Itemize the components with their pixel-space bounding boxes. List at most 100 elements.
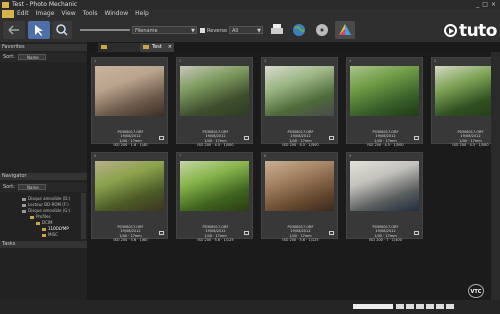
color-class-button[interactable] (335, 21, 355, 39)
favorites-title: Favorites (2, 44, 25, 50)
toolbar: Filename ▼ Reverse All ▼ tuto (0, 19, 500, 43)
upload-button[interactable] (289, 21, 309, 39)
tasks-panel-header[interactable]: Tasks (0, 241, 87, 248)
rotate-icon[interactable] (244, 231, 249, 235)
tree-item[interactable]: Disque amovible (D:) (22, 196, 70, 201)
photo-metadata: P0308017.ORF 19/08/2012 1/40 · 17mm ISO 200… (262, 225, 339, 242)
photo-iso: ISO 200 · 5.6 · 1/60 (113, 237, 148, 242)
photo-thumbnail-cell[interactable]: 1 P0308017.ORF 19/08/2012 1/40 · 17mm ISO 20… (91, 57, 168, 147)
reverse-label: Reverse (207, 28, 228, 34)
tree-item-selected[interactable]: 110OLYMP (42, 226, 69, 231)
navigator-sort-value: Name (27, 185, 39, 190)
photo-image[interactable] (180, 161, 249, 211)
status-box[interactable] (436, 304, 444, 309)
photo-metadata: P0308017.ORF 19/08/2012 1/40 · 17mm ISO 200… (92, 225, 169, 242)
photo-thumbnail-cell[interactable]: 9 P0308017.ORF 19/08/2012 1/40 · 17mm ISO 20… (346, 152, 424, 242)
photo-image[interactable] (350, 161, 419, 211)
navigator-panel-header[interactable]: Navigator (0, 173, 87, 180)
menu-help[interactable]: Help (135, 9, 149, 19)
photo-thumbnail-cell[interactable]: 2 P0308017.ORF 19/08/2012 1/40 · 17mm ISO 20… (176, 57, 253, 147)
maximize-button[interactable]: □ (482, 0, 488, 9)
photo-metadata: P0308017.ORF 19/08/2012 1/40 · 17mm ISO 200… (347, 225, 424, 242)
photo-number: 1 (94, 59, 97, 63)
tree-item-label: Profiles (36, 214, 51, 219)
navigator-scrollbar[interactable] (81, 193, 86, 239)
menu-bar: Edit Image View Tools Window Help (0, 9, 500, 19)
reverse-checkbox[interactable] (200, 28, 205, 33)
tab-test[interactable]: Test × (140, 43, 174, 52)
rotate-icon[interactable] (159, 136, 164, 140)
tab-folder[interactable] (98, 43, 140, 52)
tree-item[interactable]: Profiles (30, 214, 51, 219)
tree-item[interactable]: Disque amovible (G:) (22, 208, 70, 213)
zoom-tool-button[interactable] (52, 21, 72, 39)
toolbar-back-button[interactable] (3, 21, 25, 39)
photo-image[interactable] (180, 66, 249, 116)
tree-item-label: Disque amovible (G:) (28, 208, 71, 213)
status-box[interactable] (426, 304, 434, 309)
photo-image[interactable] (265, 161, 334, 211)
favorites-sort-label: Sort: (3, 54, 15, 60)
select-tool-button[interactable] (28, 21, 50, 39)
rotate-icon[interactable] (329, 231, 334, 235)
rotate-icon[interactable] (244, 136, 249, 140)
status-box[interactable] (446, 304, 454, 309)
printer-icon (271, 24, 283, 34)
thumbnail-size-slider[interactable] (80, 29, 130, 31)
status-box[interactable] (406, 304, 414, 309)
status-box[interactable] (416, 304, 424, 309)
arrow-icon (8, 25, 19, 35)
tree-item[interactable]: MISC (42, 232, 58, 237)
menu-edit[interactable]: Edit (17, 9, 29, 19)
tree-item[interactable]: DCIM (36, 220, 53, 225)
close-tab-icon[interactable]: × (168, 43, 172, 52)
photo-metadata: P0308017.ORF 19/08/2012 1/40 · 17mm ISO 200… (262, 130, 339, 147)
grid-scrollbar[interactable] (491, 52, 500, 300)
close-button[interactable]: × (491, 0, 496, 9)
rotate-icon[interactable] (159, 231, 164, 235)
filter-select[interactable]: All ▼ (229, 26, 263, 34)
folder-icon (143, 45, 149, 49)
globe-icon (293, 24, 305, 36)
burn-disc-button[interactable] (312, 21, 332, 39)
photo-thumbnail-cell[interactable]: 5 P0308017.ORF 19/08/2012 1/40 · 17mm ISO 20… (431, 57, 500, 147)
tree-item[interactable]: Lecteur BD-ROM (F:) (22, 202, 69, 207)
menu-image[interactable]: Image (36, 9, 55, 19)
favorites-panel-header[interactable]: Favorites (0, 44, 87, 51)
minimize-button[interactable]: _ (476, 0, 479, 9)
print-button[interactable] (268, 21, 286, 39)
photo-image[interactable] (95, 161, 164, 211)
navigator-sort-row: Sort: Name (0, 183, 87, 192)
color-wheel-icon (339, 24, 351, 35)
photo-thumbnail-cell[interactable]: 7 P0308017.ORF 19/08/2012 1/40 · 17mm ISO 20… (176, 152, 253, 242)
navigator-sort-select[interactable]: Name (18, 184, 46, 190)
folder-icon (30, 215, 34, 219)
disc-icon (316, 24, 328, 36)
favorites-sort-select[interactable]: Name (18, 54, 46, 60)
sort-field-value: Filename (135, 28, 158, 34)
photo-mechanic-menu-icon[interactable] (2, 10, 14, 18)
filter-value: All (232, 28, 239, 34)
menu-window[interactable]: Window (104, 9, 128, 19)
photo-iso: ISO 200 · 4.5 · 1/500 (282, 142, 319, 147)
folder-icon (36, 221, 40, 225)
photo-thumbnail-cell[interactable]: 3 P0308017.ORF 19/08/2012 1/40 · 17mm ISO 20… (261, 57, 339, 147)
menu-tools[interactable]: Tools (83, 9, 98, 19)
photo-metadata: P0308017.ORF 19/08/2012 1/40 · 17mm ISO 200… (347, 130, 424, 147)
photo-thumbnail-cell[interactable]: 4 P0308017.ORF 19/08/2012 1/40 · 17mm ISO 20… (346, 57, 424, 147)
status-bar (0, 300, 500, 314)
status-progress-field (353, 304, 393, 309)
photo-thumbnail-cell[interactable]: 6 P0308017.ORF 19/08/2012 1/40 · 17mm ISO 20… (91, 152, 169, 242)
photo-thumbnail-cell[interactable]: 8 P0308017.ORF 19/08/2012 1/40 · 17mm ISO 20… (261, 152, 339, 242)
rotate-icon[interactable] (329, 136, 334, 140)
rotate-icon[interactable] (414, 231, 419, 235)
menu-view[interactable]: View (61, 9, 75, 19)
rotate-icon[interactable] (414, 136, 419, 140)
photo-iso: ISO 200 · 1.6 · 1/40 (113, 142, 148, 147)
photo-image[interactable] (350, 66, 419, 116)
photo-image[interactable] (95, 66, 164, 116)
photo-iso: ISO 200 · 5.6 · 1/125 (282, 237, 319, 242)
sort-field-select[interactable]: Filename ▼ (132, 26, 197, 34)
status-box[interactable] (396, 304, 404, 309)
photo-image[interactable] (265, 66, 334, 116)
